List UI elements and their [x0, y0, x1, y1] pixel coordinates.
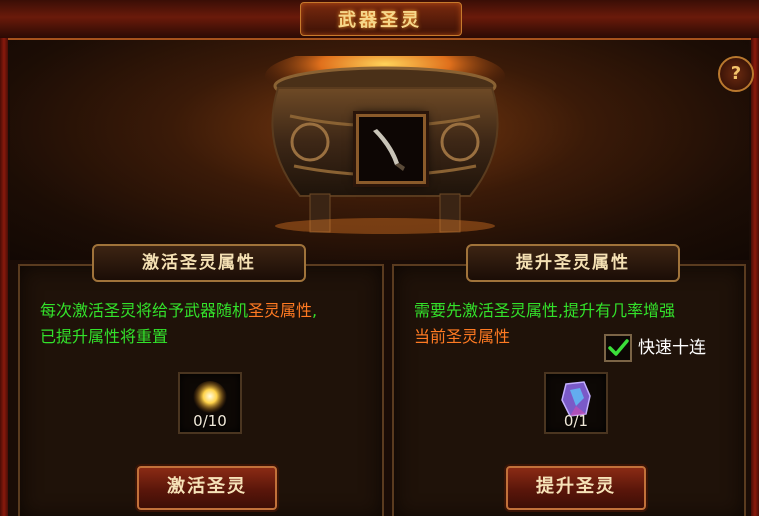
checkmark-icon [608, 339, 629, 356]
weapon-slot[interactable] [356, 114, 426, 184]
help-button[interactable]: ? [718, 56, 754, 92]
left-frame-border [0, 38, 8, 516]
right-frame-border [751, 38, 759, 516]
quick-ten-checkbox[interactable] [604, 334, 632, 362]
activate-desc-highlight: 圣灵属性 [248, 301, 313, 320]
activate-button[interactable]: 激活圣灵 [137, 466, 277, 510]
activate-item-slot[interactable]: 0/10 [178, 372, 242, 434]
activate-item-count: 0/10 [193, 412, 227, 430]
weapon-spirit-window: 武器圣灵 ? 激活圣灵属性 每次激活圣灵将给予武器随机圣灵属性, 已提升属性将重… [0, 0, 759, 516]
upgrade-panel-header: 提升圣灵属性 [466, 244, 680, 282]
quick-ten-label: 快速十连 [638, 338, 706, 358]
window-title: 武器圣灵 [338, 10, 422, 31]
activate-desc-line2: 已提升属性将重置 [40, 327, 169, 346]
activate-description: 每次激活圣灵将给予武器随机圣灵属性, 已提升属性将重置 [40, 298, 380, 350]
upgrade-item-count: 0/1 [563, 412, 589, 430]
curved-sword-icon [373, 129, 405, 171]
upgrade-desc-line2: 当前圣灵属性 [414, 327, 511, 346]
upgrade-button[interactable]: 提升圣灵 [506, 466, 646, 510]
activate-desc-comma: , [312, 301, 318, 320]
activate-panel-header: 激活圣灵属性 [92, 244, 306, 282]
upgrade-desc-line1: 需要先激活圣灵属性,提升有几率增强 [414, 301, 676, 320]
upgrade-item-slot[interactable]: 0/1 [544, 372, 608, 434]
activate-desc-text: 每次激活圣灵将给予武器随机 [40, 301, 249, 320]
